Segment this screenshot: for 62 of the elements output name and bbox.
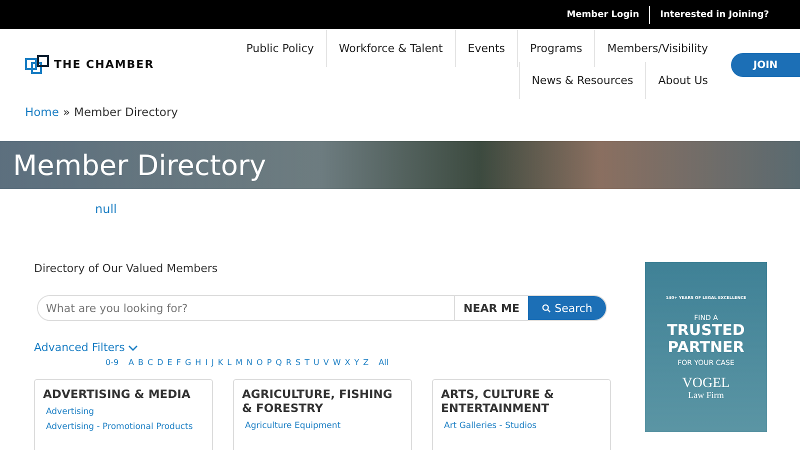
logo-text: THE CHAMBER xyxy=(54,58,154,71)
nav-link[interactable]: Events xyxy=(454,30,518,67)
nav-link[interactable]: News & Resources xyxy=(518,62,646,99)
category-link[interactable]: Art Galleries - Studios xyxy=(444,421,602,431)
letter-link[interactable]: R xyxy=(286,358,292,367)
top-bar-link[interactable]: Interested in Joining? xyxy=(649,6,779,24)
letter-link[interactable]: K xyxy=(218,358,224,367)
letter-link[interactable]: Z xyxy=(363,358,369,367)
letter-link[interactable]: Y xyxy=(354,358,360,367)
letter-link[interactable]: W xyxy=(332,358,341,367)
letter-link[interactable]: N xyxy=(246,358,253,367)
category-link[interactable]: Advertising - Promotional Products xyxy=(46,422,204,432)
ad-brand: VOGEL xyxy=(682,377,730,390)
breadcrumb-link[interactable]: Home xyxy=(25,105,59,119)
ad-headline: TRUSTED xyxy=(667,322,745,339)
text-link[interactable]: null xyxy=(95,202,800,216)
letter-link[interactable]: J xyxy=(212,358,214,367)
category-title: ADVERTISING & MEDIA xyxy=(43,387,192,401)
search-bar[interactable]: What are you looking for? NEAR ME Search xyxy=(37,295,607,321)
letter-link[interactable]: All xyxy=(378,358,389,367)
nav-link[interactable]: About Us xyxy=(645,62,720,99)
chevron-down-icon xyxy=(128,344,138,350)
nav-link[interactable]: Workforce & Talent xyxy=(326,30,455,67)
letter-link[interactable]: T xyxy=(304,358,310,367)
advanced-filters-link[interactable]: Advanced Filters xyxy=(34,341,610,354)
letter-link[interactable]: D xyxy=(157,358,164,367)
letter-link[interactable]: O xyxy=(256,358,263,367)
nav-link[interactable]: Public Policy xyxy=(234,30,326,67)
letter-link[interactable]: C xyxy=(148,358,154,367)
letter-link[interactable]: Q xyxy=(276,358,282,367)
letter-link[interactable]: E xyxy=(167,358,172,367)
letter-link[interactable]: U xyxy=(313,358,320,367)
breadcrumb-current: Member Directory xyxy=(74,105,178,119)
search-button[interactable]: Search xyxy=(528,296,606,320)
category-title: ARTS, CULTURE & ENTERTAINMENT xyxy=(441,387,555,415)
search-icon xyxy=(542,304,551,312)
section-heading: Directory of Our Valued Members xyxy=(34,262,219,275)
letter-link[interactable]: G xyxy=(184,358,192,367)
breadcrumb-separator: » xyxy=(62,105,70,119)
letter-link[interactable]: F xyxy=(176,358,181,367)
category-link[interactable]: Advertising xyxy=(46,407,204,417)
nav-link[interactable]: Members/Visibility xyxy=(594,30,720,67)
letter-link[interactable]: V xyxy=(323,358,329,367)
join-button[interactable]: JOIN xyxy=(731,53,800,77)
letter-link[interactable]: L xyxy=(227,358,232,367)
category-title: AGRICULTURE, FISHING & FORESTRY xyxy=(242,387,394,415)
ad-headline: PARTNER xyxy=(668,339,744,356)
letter-link[interactable]: X xyxy=(344,358,350,367)
letter-link[interactable]: M xyxy=(236,358,243,367)
letter-link[interactable]: I xyxy=(205,358,208,367)
letter-link[interactable]: 0-9 xyxy=(105,358,119,367)
letter-link[interactable]: S xyxy=(296,358,301,367)
page-title: Member Directory xyxy=(13,148,266,182)
letter-link[interactable]: P xyxy=(266,358,272,367)
nav-link[interactable]: Programs xyxy=(517,30,594,67)
logo-icon xyxy=(25,55,49,75)
letter-link[interactable]: A xyxy=(128,358,134,367)
ad-brand-subtitle: Law Firm xyxy=(688,390,724,400)
letter-link[interactable]: H xyxy=(195,358,202,367)
top-bar-link[interactable]: Member Login xyxy=(556,6,650,24)
category-link[interactable]: Agriculture Equipment xyxy=(245,421,403,431)
letter-link[interactable]: B xyxy=(138,358,144,367)
